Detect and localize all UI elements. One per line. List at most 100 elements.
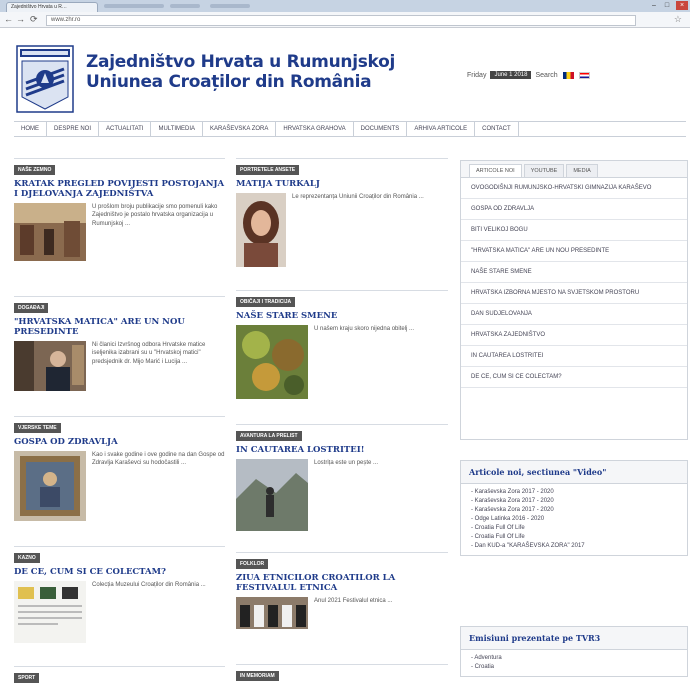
date-area: Friday June 1 2018 Search xyxy=(467,71,590,79)
article-card: KAZNO DE CE, CUM SI CE COLECTAM? Colecți… xyxy=(14,546,225,643)
sidebar-article-link[interactable]: DAN SUDJELOVANJA xyxy=(461,304,687,325)
article-headline[interactable]: "HRVATSKA MATICA" ARE UN NOU PRESEDINTE xyxy=(14,317,225,337)
article-card: AVANTURA LA PRELIST IN CAUTAREA LOSTRITE… xyxy=(236,424,448,531)
site-title-line1: Zajedništvo Hrvata u Rumunjskoj xyxy=(86,52,395,72)
category-label[interactable]: OBIČAJI I TRADICIJA xyxy=(236,297,296,307)
sidebar-article-link[interactable]: HRVATSKA IZBORNA MJESTO NA SVJETSKOM PRO… xyxy=(461,283,687,304)
article-excerpt: Ni članici Izvršnog odbora Hrvatske mati… xyxy=(92,342,206,365)
article-thumbnail[interactable] xyxy=(14,581,86,643)
video-link[interactable]: Karaševska Zora 2017 - 2020 xyxy=(471,488,679,497)
category-label[interactable]: KAZNO xyxy=(14,553,40,563)
article-card: DOGAĐAJI "HRVATSKA MATICA" ARE UN NOU PR… xyxy=(14,296,225,391)
url-input[interactable]: www.zhr.ro xyxy=(46,15,636,26)
category-label[interactable]: AVANTURA LA PRELIST xyxy=(236,431,302,441)
category-label[interactable]: FOLKLOR xyxy=(236,559,269,569)
article-headline[interactable]: ZIUA ETNICILOR CROATILOR LA FESTIVALUL E… xyxy=(236,573,448,593)
article-card: PORTRETELE ANSETE MATIJA TURKALJ Le repr… xyxy=(236,158,448,267)
article-headline[interactable]: NAŠE STARE SMENE xyxy=(236,311,448,321)
article-card: NAŠE ZEMNO KRATAK PREGLED POVIJESTI POST… xyxy=(14,158,225,261)
sidebar-article-link[interactable]: IN CAUTAREA LOSTRITEI xyxy=(461,346,687,367)
article-headline[interactable]: MATIJA TURKALJ xyxy=(236,179,448,189)
menu-item-despre-noi[interactable]: DESPRE NOI xyxy=(47,122,100,136)
article-headline[interactable]: GOSPA OD ZDRAVLJA xyxy=(14,437,225,447)
tvr-box-title: Emisiuni prezentate pe TVR3 xyxy=(461,627,687,650)
site-title[interactable]: Zajedništvo Hrvata u Rumunjskoj Uniunea … xyxy=(86,52,395,92)
menu-item-multimedia[interactable]: MULTIMEDIA xyxy=(151,122,204,136)
sidebar-article-link[interactable]: HRVATSKA ZAJEDNIŠTVO xyxy=(461,325,687,346)
article-thumbnail[interactable] xyxy=(14,203,86,261)
article-thumbnail[interactable] xyxy=(14,341,86,391)
article-thumbnail[interactable] xyxy=(236,459,308,531)
article-headline[interactable]: KRATAK PREGLED POVIJESTI POSTOJANJA I DJ… xyxy=(14,179,225,199)
article-excerpt: Anul 2021 Festivalul etnica ... xyxy=(314,598,393,604)
video-link[interactable]: Odge Latinka 2016 - 2020 xyxy=(471,515,679,524)
tvr-link[interactable]: Croatia xyxy=(471,663,679,672)
browser-tab-bar: Zajedništvo Hrvata u R… – □ × xyxy=(0,0,690,12)
tab-youtube[interactable]: YOUTUBE xyxy=(523,164,565,177)
video-link[interactable]: Karaševska Zora 2017 - 2020 xyxy=(471,506,679,515)
menu-item-contact[interactable]: CONTACT xyxy=(475,122,519,136)
article-thumbnail[interactable] xyxy=(236,597,308,629)
category-label[interactable]: SPORT xyxy=(14,673,40,683)
video-box-title: Articole noi, sectiunea "Video" xyxy=(461,461,687,484)
menu-item-documents[interactable]: DOCUMENTS xyxy=(354,122,408,136)
article-headline[interactable]: IN CAUTAREA LOSTRITEI! xyxy=(236,445,448,455)
sidebar-tabs: ARTICOLE NOI YOUTUBE MEDIA xyxy=(461,161,687,178)
site-title-line2: Uniunea Croaților din România xyxy=(86,72,372,92)
category-label[interactable]: DOGAĐAJI xyxy=(14,303,49,313)
sidebar-tabs-box: ARTICOLE NOI YOUTUBE MEDIA OVOGODIŠNJI R… xyxy=(460,160,688,440)
video-articles-box: Articole noi, sectiunea "Video" Karaševs… xyxy=(460,460,688,556)
menu-item-karasevska-zora[interactable]: KARAŠEVSKA ZORA xyxy=(203,122,277,136)
article-card: VJERSKE TEME GOSPA OD ZDRAVLJA Kao i sva… xyxy=(14,416,225,521)
sidebar-article-link[interactable]: GOSPA OD ZDRAVLJA xyxy=(461,199,687,220)
article-excerpt: Le reprezentanța Uniunii Croaților din R… xyxy=(292,194,424,200)
category-label[interactable]: PORTRETELE ANSETE xyxy=(236,165,300,175)
category-label[interactable]: IN MEMORIAM xyxy=(236,671,279,681)
sidebar-article-link[interactable]: OVOGODIŠNJI RUMUNJSKO-HRVATSKI GIMNAZIJA… xyxy=(461,178,687,199)
category-label[interactable]: NAŠE ZEMNO xyxy=(14,165,56,175)
video-link[interactable]: Dan KUD-a "KARAŠEVSKA ZORA" 2017 xyxy=(471,542,679,551)
romanian-flag-icon[interactable] xyxy=(562,71,574,79)
article-headline[interactable]: DE CE, CUM SI CE COLECTAM? xyxy=(14,567,225,577)
article-card: SPORT xyxy=(14,666,225,683)
tvr-box: Emisiuni prezentate pe TVR3 Adventura Cr… xyxy=(460,626,688,677)
tab-articole-noi[interactable]: ARTICOLE NOI xyxy=(469,164,522,177)
sidebar-article-link[interactable]: BITI VELIKOJ BOGU xyxy=(461,220,687,241)
forward-icon[interactable]: → xyxy=(16,14,25,24)
article-card: OBIČAJI I TRADICIJA NAŠE STARE SMENE U n… xyxy=(236,290,448,399)
minimize-button[interactable]: – xyxy=(648,1,660,10)
tab-media[interactable]: MEDIA xyxy=(566,164,598,177)
video-link[interactable]: Croatia Full Of Life xyxy=(471,524,679,533)
article-excerpt: Colecția Muzeului Croaților din România … xyxy=(92,582,206,588)
article-excerpt: Kao i svake godine i ove godine na dan G… xyxy=(92,452,225,467)
article-thumbnail[interactable] xyxy=(236,325,308,399)
menu-item-arhiva-articole[interactable]: ARHIVA ARTICOLE xyxy=(407,122,476,136)
site-logo[interactable] xyxy=(16,45,74,113)
category-label[interactable]: VJERSKE TEME xyxy=(14,423,61,433)
bookmark-star-icon[interactable]: ☆ xyxy=(674,14,682,25)
day-label: Friday xyxy=(467,71,487,79)
video-link[interactable]: Karaševska Zora 2017 - 2020 xyxy=(471,497,679,506)
article-excerpt: U našem kraju skoro nijedna obitelj ... xyxy=(314,326,415,332)
browser-tab[interactable]: Zajedništvo Hrvata u R… xyxy=(6,2,98,12)
sidebar-article-link[interactable]: DE CE, CUM SI CE COLECTAM? xyxy=(461,367,687,388)
menu-item-home[interactable]: HOME xyxy=(14,122,47,136)
back-icon[interactable]: ← xyxy=(4,14,13,24)
reload-icon[interactable]: ⟳ xyxy=(30,14,38,25)
tvr-link[interactable]: Adventura xyxy=(471,654,679,663)
croatian-flag-icon[interactable] xyxy=(578,71,590,79)
search-link[interactable]: Search xyxy=(535,72,557,79)
article-excerpt: Lostrița este un pește ... xyxy=(314,460,379,466)
menu-item-hrvatska-grahova[interactable]: HRVATSKA GRAHOVA xyxy=(276,122,354,136)
menu-item-actualitati[interactable]: ACTUALITATI xyxy=(99,122,152,136)
article-thumbnail[interactable] xyxy=(14,451,86,521)
sidebar-article-link[interactable]: NAŠE STARE SMENE xyxy=(461,262,687,283)
sidebar-article-link[interactable]: "HRVATSKA MATICA" ARE UN NOU PRESEDINTE xyxy=(461,241,687,262)
article-card: FOLKLOR ZIUA ETNICILOR CROATILOR LA FEST… xyxy=(236,552,448,629)
close-window-button[interactable]: × xyxy=(676,1,688,10)
maximize-button[interactable]: □ xyxy=(661,1,673,10)
video-link[interactable]: Croatia Full Of Life xyxy=(471,533,679,542)
date-badge: June 1 2018 xyxy=(490,71,532,79)
main-menu: HOME DESPRE NOI ACTUALITATI MULTIMEDIA K… xyxy=(14,121,686,137)
article-thumbnail[interactable] xyxy=(236,193,286,267)
